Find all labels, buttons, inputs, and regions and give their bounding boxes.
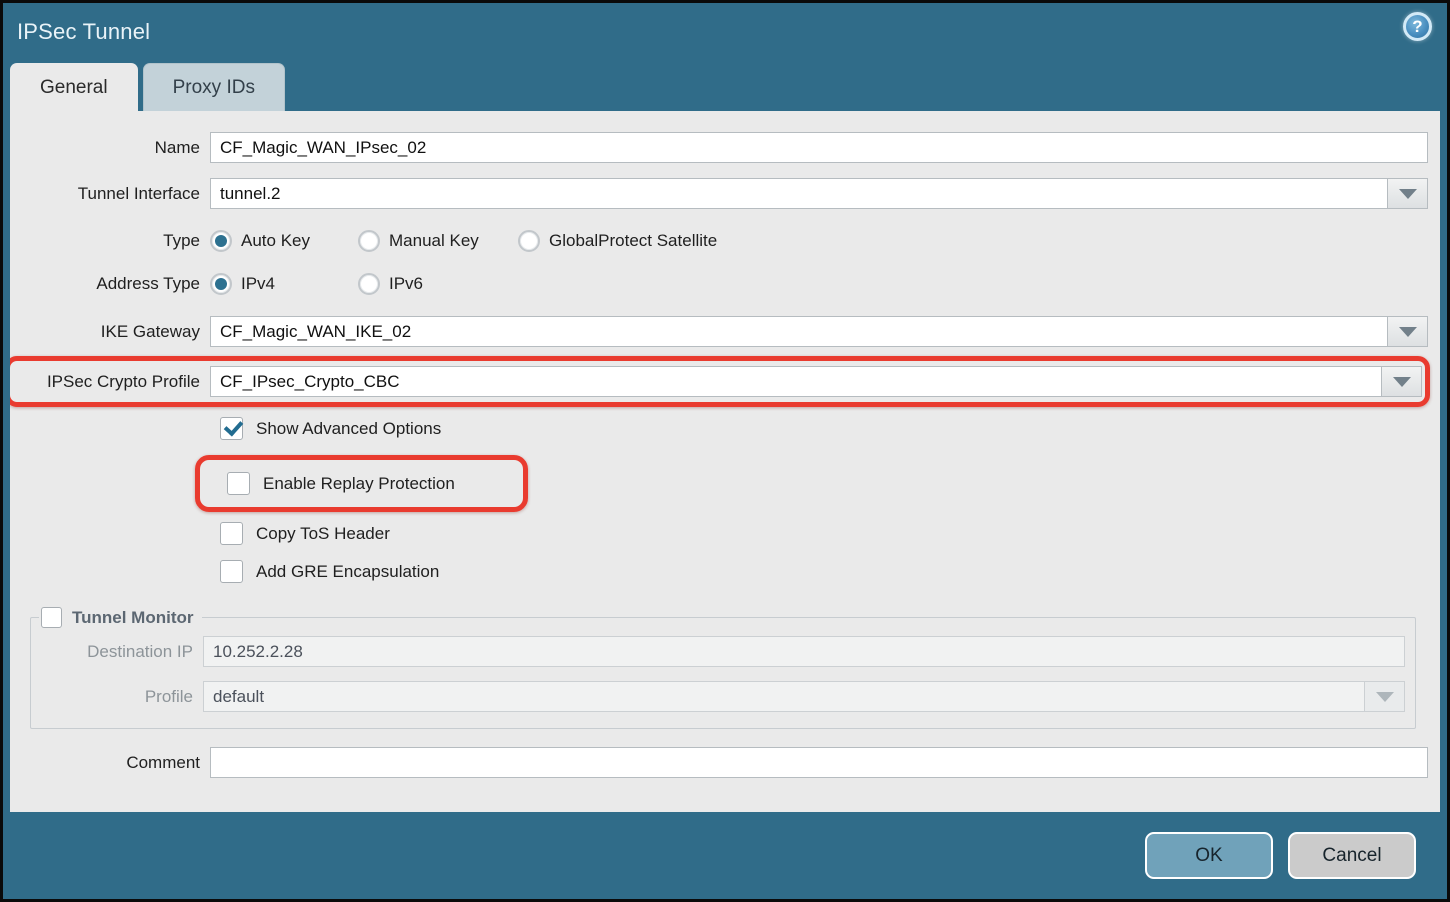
address-type-row: Address Type IPv4 IPv6 (10, 273, 1428, 295)
tab-bar: General Proxy IDs (3, 61, 1447, 111)
comment-label: Comment (10, 753, 210, 773)
radio-manual-key[interactable]: Manual Key (358, 230, 510, 252)
chevron-down-icon[interactable] (1381, 366, 1422, 397)
type-row: Type Auto Key Manual Key GlobalProtect S… (10, 230, 1428, 252)
tunnel-monitor-legend: Tunnel Monitor (39, 607, 202, 628)
ipsec-crypto-profile-highlight: IPSec Crypto Profile CF_IPsec_Crypto_CBC (10, 356, 1430, 407)
ike-gateway-label: IKE Gateway (10, 322, 210, 342)
radio-button-icon[interactable] (210, 273, 232, 295)
ike-gateway-row: IKE Gateway CF_Magic_WAN_IKE_02 (10, 316, 1428, 347)
show-advanced-options-row: Show Advanced Options (220, 417, 1428, 440)
profile-label: Profile (31, 687, 203, 707)
radio-button-icon[interactable] (518, 230, 540, 252)
add-gre-encapsulation-checkbox[interactable] (220, 560, 243, 583)
help-icon[interactable]: ? (1403, 12, 1432, 41)
copy-tos-header-row: Copy ToS Header (220, 522, 1428, 545)
radio-ipv6[interactable]: IPv6 (358, 273, 423, 295)
comment-input[interactable] (210, 747, 1428, 778)
dialog-titlebar: IPSec Tunnel ? (3, 3, 1447, 61)
ipsec-crypto-profile-combo[interactable]: CF_IPsec_Crypto_CBC (210, 366, 1422, 397)
radio-auto-key[interactable]: Auto Key (210, 230, 350, 252)
destination-ip-input: 10.252.2.28 (203, 636, 1405, 667)
radio-button-icon[interactable] (358, 273, 380, 295)
cancel-button[interactable]: Cancel (1288, 832, 1416, 879)
chevron-down-icon[interactable] (1387, 316, 1428, 347)
copy-tos-header-checkbox[interactable] (220, 522, 243, 545)
tunnel-monitor-fieldset: Tunnel Monitor Destination IP 10.252.2.2… (30, 607, 1416, 729)
profile-combo: default (203, 681, 1405, 712)
ipsec-crypto-profile-value[interactable]: CF_IPsec_Crypto_CBC (210, 366, 1381, 397)
enable-replay-protection-checkbox[interactable] (227, 472, 250, 495)
tunnel-monitor-checkbox[interactable] (41, 607, 62, 628)
chevron-down-icon (1364, 681, 1405, 712)
profile-value: default (203, 681, 1364, 712)
dialog-footer: OK Cancel (3, 812, 1447, 899)
destination-ip-row: Destination IP 10.252.2.28 (31, 636, 1405, 667)
ipsec-tunnel-dialog: IPSec Tunnel ? General Proxy IDs Name Tu… (0, 0, 1450, 902)
radio-ipv4[interactable]: IPv4 (210, 273, 350, 295)
dialog-title: IPSec Tunnel (17, 19, 150, 45)
comment-row: Comment (10, 747, 1428, 778)
type-label: Type (10, 231, 210, 251)
general-tab-panel: Name Tunnel Interface tunnel.2 Type Auto… (10, 111, 1440, 812)
address-type-label: Address Type (10, 274, 210, 294)
radio-button-icon[interactable] (358, 230, 380, 252)
ok-button[interactable]: OK (1145, 832, 1273, 879)
name-row: Name (10, 132, 1428, 163)
ipsec-crypto-profile-label: IPSec Crypto Profile (10, 372, 210, 392)
add-gre-encapsulation-row: Add GRE Encapsulation (220, 560, 1428, 583)
tab-general[interactable]: General (10, 63, 138, 111)
radio-button-icon[interactable] (210, 230, 232, 252)
destination-ip-label: Destination IP (31, 642, 203, 662)
ike-gateway-combo[interactable]: CF_Magic_WAN_IKE_02 (210, 316, 1428, 347)
enable-replay-protection-highlight: Enable Replay Protection (195, 455, 528, 512)
tab-proxy-ids[interactable]: Proxy IDs (143, 63, 285, 111)
name-label: Name (10, 138, 210, 158)
name-input[interactable] (210, 132, 1428, 163)
radio-globalprotect-satellite[interactable]: GlobalProtect Satellite (518, 230, 717, 252)
tunnel-interface-combo[interactable]: tunnel.2 (210, 178, 1428, 209)
chevron-down-icon[interactable] (1387, 178, 1428, 209)
tunnel-interface-value[interactable]: tunnel.2 (210, 178, 1387, 209)
profile-row: Profile default (31, 681, 1405, 712)
tunnel-interface-row: Tunnel Interface tunnel.2 (10, 178, 1428, 209)
ike-gateway-value[interactable]: CF_Magic_WAN_IKE_02 (210, 316, 1387, 347)
tunnel-interface-label: Tunnel Interface (10, 184, 210, 204)
show-advanced-options-checkbox[interactable] (220, 417, 243, 440)
